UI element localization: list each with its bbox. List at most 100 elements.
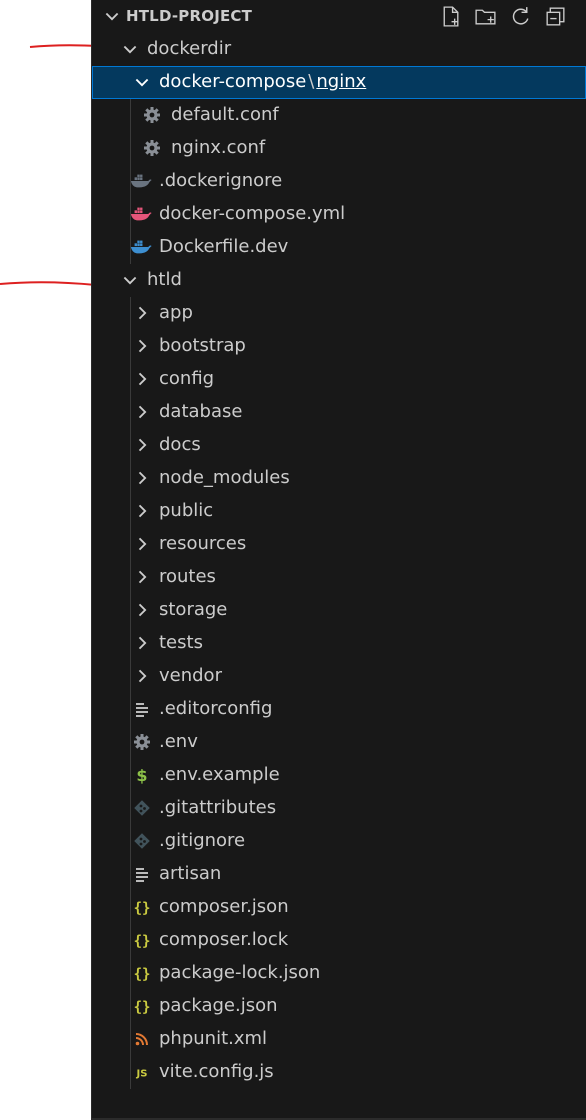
tree-folder-tests[interactable]: tests bbox=[92, 627, 586, 660]
chevron-down-icon bbox=[135, 78, 149, 87]
tree-item-label: docs bbox=[159, 434, 201, 455]
tree-item-label: .env bbox=[159, 731, 198, 752]
chevron-right-icon bbox=[138, 471, 147, 485]
tree-file-default-conf[interactable]: default.conf bbox=[92, 99, 586, 132]
tree-file-dockerfile-dev[interactable]: Dockerfile.dev bbox=[92, 231, 586, 264]
tree-file-dockerignore[interactable]: .dockerignore bbox=[92, 165, 586, 198]
header-actions bbox=[438, 4, 568, 29]
tree-item-label: vite.config.js bbox=[159, 1061, 274, 1082]
tree-folder-docker-compose-nginx[interactable]: docker-compose \ nginx bbox=[92, 66, 586, 99]
tree-folder-node-modules[interactable]: node_modules bbox=[92, 462, 586, 495]
tree-item-label: .editorconfig bbox=[159, 698, 273, 719]
tree-file-env[interactable]: .env bbox=[92, 726, 586, 759]
js-icon: JS bbox=[136, 1069, 148, 1080]
tree-file-package-lock-json[interactable]: {} package-lock.json bbox=[92, 957, 586, 990]
docker-whale-icon bbox=[130, 207, 152, 221]
tree-item-label: bootstrap bbox=[159, 335, 246, 356]
tree-item-label: node_modules bbox=[159, 467, 290, 488]
tree-item-label: composer.json bbox=[159, 896, 289, 917]
docker-whale-icon bbox=[130, 174, 152, 188]
tree-item-label: database bbox=[159, 401, 243, 422]
file-explorer-panel: HTLD-PROJECT dockerdir docker-compose \ ng… bbox=[91, 0, 586, 1120]
git-icon bbox=[134, 800, 150, 816]
tree-file-package-json[interactable]: {} package.json bbox=[92, 990, 586, 1023]
braces-icon: {} bbox=[134, 1000, 151, 1016]
annotation-stroke-htld bbox=[0, 281, 97, 286]
tree-file-artisan[interactable]: artisan bbox=[92, 858, 586, 891]
svg-text:$: $ bbox=[136, 766, 147, 785]
chevron-down-icon[interactable] bbox=[102, 6, 122, 26]
tree-item-label: default.conf bbox=[171, 104, 279, 125]
chevron-right-icon bbox=[138, 669, 147, 683]
tree-item-label: routes bbox=[159, 566, 216, 587]
tree-item-label: artisan bbox=[159, 863, 222, 884]
collapse-all-icon[interactable] bbox=[543, 4, 568, 29]
chevron-right-icon bbox=[138, 306, 147, 320]
tree-item-label: .gitattributes bbox=[159, 797, 277, 818]
tree-folder-storage[interactable]: storage bbox=[92, 594, 586, 627]
refresh-icon[interactable] bbox=[508, 4, 533, 29]
tree-item-label: app bbox=[159, 302, 193, 323]
chevron-right-icon bbox=[138, 339, 147, 353]
tree-item-label: vendor bbox=[159, 665, 222, 686]
tree-file-gitattributes[interactable]: .gitattributes bbox=[92, 792, 586, 825]
tree-file-gitignore[interactable]: .gitignore bbox=[92, 825, 586, 858]
lines-icon bbox=[136, 703, 148, 717]
tree-file-phpunit-xml[interactable]: phpunit.xml bbox=[92, 1023, 586, 1056]
tree-file-docker-compose-yml[interactable]: docker-compose.yml bbox=[92, 198, 586, 231]
compact-folder-separator: \ bbox=[308, 71, 315, 92]
tree-item-label: storage bbox=[159, 599, 228, 620]
compact-folder-part-docker-compose[interactable]: docker-compose bbox=[159, 71, 306, 92]
dollar-icon: $ bbox=[136, 766, 147, 785]
compact-folder-label: docker-compose \ nginx bbox=[159, 71, 366, 92]
svg-text:{}: {} bbox=[134, 1000, 151, 1016]
chevron-down-icon bbox=[123, 45, 137, 54]
project-title: HTLD-PROJECT bbox=[126, 7, 253, 25]
chevron-right-icon bbox=[138, 603, 147, 617]
tree-item-label: nginx.conf bbox=[171, 137, 266, 158]
tree-item-label: htld bbox=[147, 269, 182, 290]
tree-folder-config[interactable]: config bbox=[92, 363, 586, 396]
compact-folder-part-nginx[interactable]: nginx bbox=[316, 71, 366, 92]
tree-folder-htld[interactable]: htld bbox=[92, 264, 586, 297]
braces-icon: {} bbox=[134, 934, 151, 950]
rss-icon bbox=[135, 1033, 148, 1046]
svg-text:{}: {} bbox=[134, 934, 151, 950]
svg-text:{}: {} bbox=[134, 901, 151, 917]
tree-item-label: docker-compose.yml bbox=[159, 203, 346, 224]
tree-item-label: Dockerfile.dev bbox=[159, 236, 289, 257]
tree-folder-resources[interactable]: resources bbox=[92, 528, 586, 561]
tree-item-label: package.json bbox=[159, 995, 278, 1016]
new-folder-icon[interactable] bbox=[473, 4, 498, 29]
tree-folder-app[interactable]: app bbox=[92, 297, 586, 330]
tree-folder-docs[interactable]: docs bbox=[92, 429, 586, 462]
tree-folder-routes[interactable]: routes bbox=[92, 561, 586, 594]
new-file-icon[interactable] bbox=[438, 4, 463, 29]
tree-folder-bootstrap[interactable]: bootstrap bbox=[92, 330, 586, 363]
tree-item-label: dockerdir bbox=[147, 38, 232, 59]
tree-file-composer-lock[interactable]: {} composer.lock bbox=[92, 924, 586, 957]
braces-icon: {} bbox=[134, 967, 151, 983]
gear-icon bbox=[134, 734, 150, 750]
lines-icon bbox=[136, 868, 148, 882]
tree-file-vite-config-js[interactable]: JS vite.config.js bbox=[92, 1056, 586, 1089]
tree-item-label: public bbox=[159, 500, 214, 521]
tree-folder-database[interactable]: database bbox=[92, 396, 586, 429]
explorer-header[interactable]: HTLD-PROJECT bbox=[92, 0, 586, 33]
tree-item-label: .gitignore bbox=[159, 830, 246, 851]
tree-file-composer-json[interactable]: {} composer.json bbox=[92, 891, 586, 924]
tree-file-nginx-conf[interactable]: nginx.conf bbox=[92, 132, 586, 165]
tree-item-label: .dockerignore bbox=[159, 170, 283, 191]
tree-file-editorconfig[interactable]: .editorconfig bbox=[92, 693, 586, 726]
tree-file-env-example[interactable]: $ .env.example bbox=[92, 759, 586, 792]
chevron-right-icon bbox=[138, 405, 147, 419]
git-icon bbox=[134, 833, 150, 849]
tree-item-label: tests bbox=[159, 632, 203, 653]
gear-icon bbox=[144, 107, 160, 123]
gear-icon bbox=[144, 140, 160, 156]
tree-item-label: package-lock.json bbox=[159, 962, 321, 983]
chevron-right-icon bbox=[138, 570, 147, 584]
tree-folder-public[interactable]: public bbox=[92, 495, 586, 528]
tree-folder-dockerdir[interactable]: dockerdir bbox=[92, 33, 586, 66]
tree-folder-vendor[interactable]: vendor bbox=[92, 660, 586, 693]
